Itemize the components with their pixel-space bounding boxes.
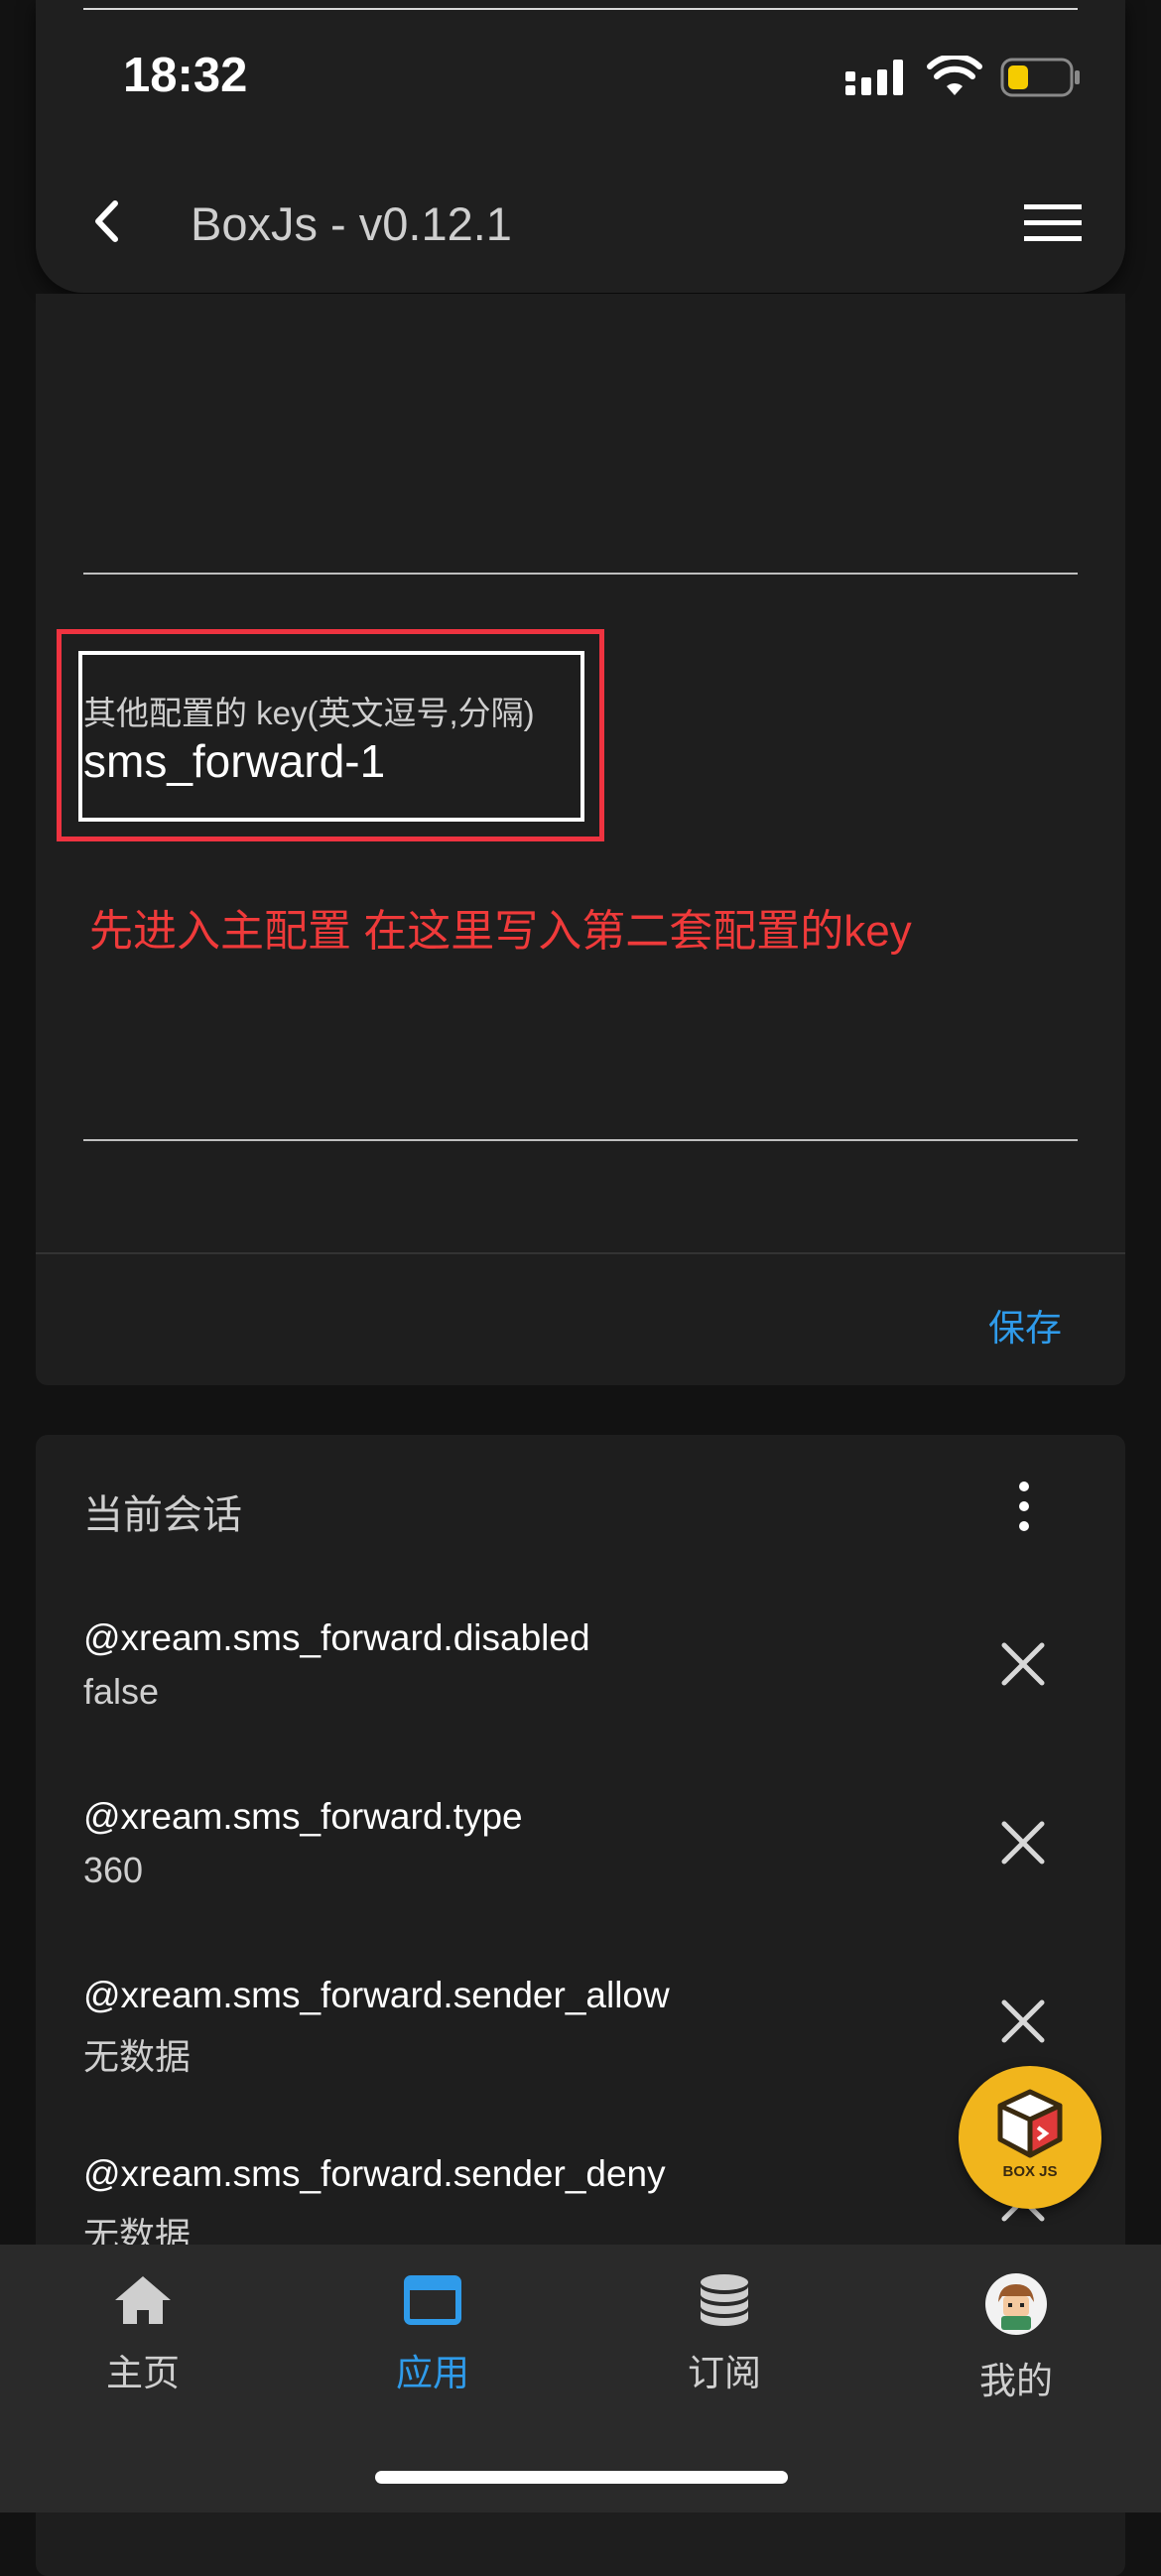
other-config-key-input[interactable]: sms_forward-1: [83, 734, 385, 788]
save-button[interactable]: 保存: [988, 1298, 1062, 1352]
more-vert-icon[interactable]: [1014, 1481, 1034, 1537]
avatar: [985, 2273, 1047, 2335]
nav-label-profile: 我的: [979, 2361, 1053, 2401]
signal-icon: [845, 58, 909, 102]
session-item-key: @xream.sms_forward.sender_deny: [83, 2153, 666, 2194]
box-logo-icon: [997, 2089, 1063, 2158]
nav-item-subscriptions[interactable]: 订阅: [645, 2272, 804, 2396]
card-divider: [36, 1252, 1125, 1254]
hamburger-menu-icon[interactable]: [1024, 202, 1082, 249]
session-item-key: @xream.sms_forward.disabled: [83, 1617, 590, 1658]
back-arrow-icon[interactable]: [91, 198, 121, 249]
nav-item-home[interactable]: 主页: [64, 2272, 222, 2396]
nav-item-profile[interactable]: 我的: [937, 2272, 1096, 2404]
close-icon[interactable]: [1000, 1820, 1046, 1870]
page-title: BoxJs - v0.12.1: [191, 197, 512, 250]
boxjs-logo-button[interactable]: BOX JS: [959, 2066, 1101, 2209]
nav-label-home: 主页: [106, 2353, 180, 2393]
other-config-key-label: 其他配置的 key(英文逗号,分隔): [83, 695, 535, 731]
home-icon: [115, 2276, 171, 2324]
wifi-icon: [927, 53, 982, 102]
session-title: 当前会话: [83, 1493, 242, 1537]
session-item-key: @xream.sms_forward.type: [83, 1796, 523, 1837]
session-item-value: 360: [83, 1850, 144, 1890]
field-underline: [83, 1139, 1078, 1141]
nav-item-apps[interactable]: 应用: [353, 2272, 512, 2396]
status-time: 18:32: [123, 49, 248, 102]
database-icon: [701, 2274, 748, 2326]
close-icon[interactable]: [1000, 1998, 1046, 2049]
battery-icon: [1000, 58, 1084, 102]
top-divider: [83, 8, 1078, 10]
session-item-key: @xream.sms_forward.sender_allow: [83, 1975, 670, 2015]
annotation-text: 先进入主配置 在这里写入第二套配置的key: [89, 907, 912, 956]
session-item-value: false: [83, 1671, 160, 1712]
boxjs-logo-text: BOX JS: [1002, 2163, 1058, 2180]
nav-label-apps: 应用: [396, 2353, 469, 2393]
session-item-value: 无数据: [83, 2036, 192, 2077]
home-indicator[interactable]: [375, 2471, 788, 2484]
nav-label-subscriptions: 订阅: [688, 2353, 761, 2393]
field-underline: [83, 573, 1078, 575]
close-icon[interactable]: [1000, 1641, 1046, 1692]
app-window-icon: [404, 2275, 461, 2325]
